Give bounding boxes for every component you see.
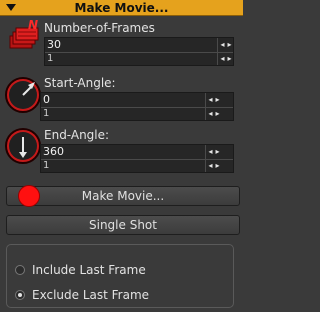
end-angle-spin-down[interactable]: ◂ ▸ — [206, 159, 222, 172]
start-angle-value[interactable]: 0 — [43, 93, 50, 107]
make-movie-button[interactable]: Make Movie... — [6, 186, 240, 206]
end-angle-dial-icon — [5, 128, 41, 164]
start-angle-dial-icon — [5, 77, 41, 113]
frames-stack-icon: N — [9, 20, 39, 49]
start-angle-step[interactable]: 1 — [43, 107, 49, 120]
panel-title: Make Movie... — [74, 1, 169, 15]
include-last-frame-radio[interactable] — [15, 265, 25, 275]
end-angle-spin-up[interactable]: ◂ ▸ — [206, 145, 222, 159]
exclude-last-frame-radio[interactable] — [15, 290, 25, 300]
single-shot-button[interactable]: Single Shot — [6, 215, 240, 235]
frames-label: Number-of-Frames — [44, 21, 155, 35]
panel-title-bar[interactable]: Make Movie... — [0, 0, 243, 16]
start-angle-spin-down[interactable]: ◂ ▸ — [206, 107, 222, 120]
frames-spin-down[interactable]: ◂ ▸ — [218, 52, 234, 65]
exclude-last-frame-label[interactable]: Exclude Last Frame — [32, 288, 149, 302]
include-last-frame-option[interactable]: Include Last Frame — [15, 262, 146, 278]
exclude-last-frame-option[interactable]: Exclude Last Frame — [15, 287, 149, 303]
end-angle-label: End-Angle: — [44, 128, 110, 142]
end-angle-step[interactable]: 1 — [43, 159, 49, 172]
record-icon — [18, 185, 40, 207]
end-angle-value[interactable]: 360 — [43, 145, 64, 159]
start-angle-spin-up[interactable]: ◂ ▸ — [206, 93, 222, 107]
start-angle-label: Start-Angle: — [44, 76, 116, 90]
last-frame-options-group: Include Last Frame Exclude Last Frame — [6, 244, 234, 308]
frames-spin-up[interactable]: ◂ ▸ — [218, 38, 234, 52]
end-angle-field[interactable]: 360 1 ◂ ▸ ◂ ▸ — [40, 144, 234, 173]
frames-step[interactable]: 1 — [47, 52, 53, 65]
include-last-frame-label[interactable]: Include Last Frame — [32, 263, 146, 277]
frames-value[interactable]: 30 — [47, 38, 61, 52]
frames-field[interactable]: 30 1 ◂ ▸ ◂ ▸ — [44, 37, 234, 66]
start-angle-field[interactable]: 0 1 ◂ ▸ ◂ ▸ — [40, 92, 234, 121]
svg-text:N: N — [28, 20, 38, 32]
